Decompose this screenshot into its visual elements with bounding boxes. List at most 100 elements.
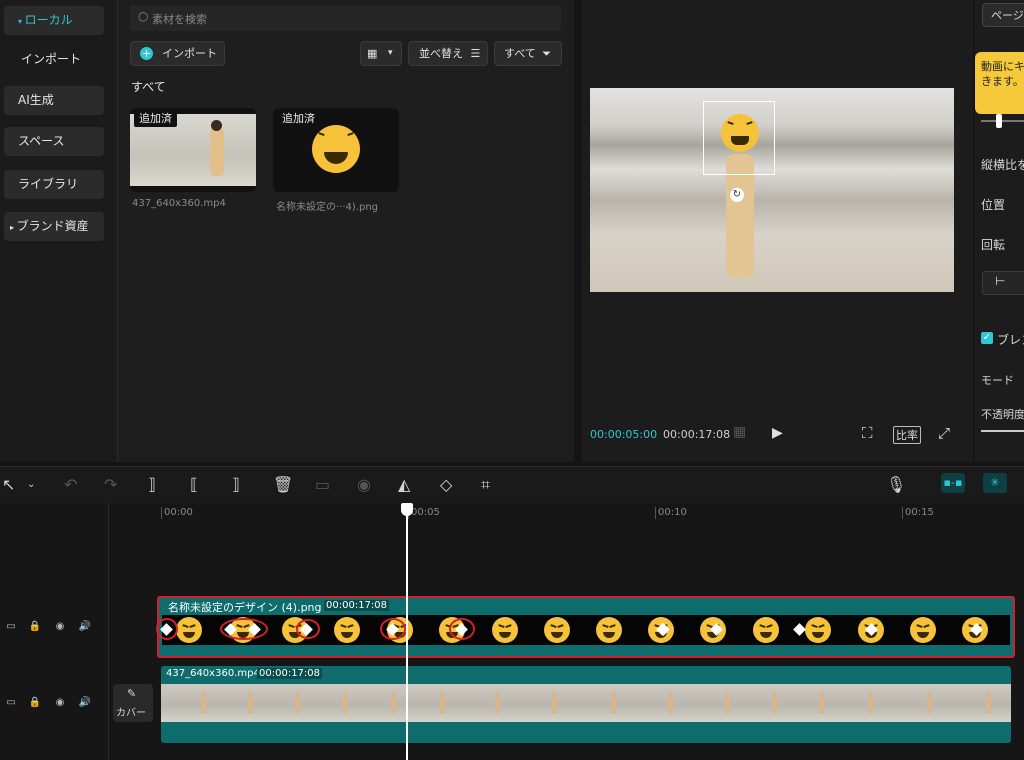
pencil-icon: ✎ (127, 687, 137, 700)
video-frame (320, 684, 373, 722)
video-frame (956, 684, 1011, 722)
import-button[interactable]: + インポート (130, 41, 225, 66)
keyframe-highlight (296, 619, 320, 639)
clip-duration: 00:00:17:08 (257, 668, 323, 679)
sort-button[interactable]: 並べ替え ☰ (408, 41, 488, 66)
video-frame (585, 684, 638, 722)
overlay-emoji-icon[interactable] (721, 114, 759, 152)
delete-icon[interactable]: 🗑 (273, 475, 293, 494)
eye-icon[interactable]: ◉ (53, 696, 67, 710)
rotate-handle-icon[interactable]: ↻ (730, 188, 744, 202)
video-frame (479, 684, 532, 722)
added-badge: 追加済 (277, 111, 320, 127)
laughing-emoji-icon (312, 125, 360, 173)
zoom-fit-icon[interactable]: ⛶ (862, 424, 873, 442)
sort-icon: ☰ (470, 47, 481, 60)
chevron-down-icon: ▾ (388, 48, 393, 58)
play-range-icon[interactable]: ◉ (357, 475, 371, 494)
video-frame (214, 684, 267, 722)
snap-toggle-icon[interactable]: ✳ (983, 473, 1007, 493)
ratio-button[interactable]: 比率 (893, 426, 921, 444)
lock-icon[interactable]: 🔒 (28, 696, 42, 710)
timeline-toolbar: ↖ ⌄ ↶ ↷ ⟧ ⟦ ⟧ 🗑 ▭ ◉ ◭ ◇ ⌗ 🎙 ▪-▪ ✳ (0, 466, 1024, 504)
ruler-label: 00:15 (905, 507, 934, 518)
ruler-tick (655, 507, 656, 519)
align-left-icon: ⊢ (995, 274, 1006, 288)
grid-icon: ▦ (367, 47, 378, 60)
emoji-frame-icon (176, 617, 202, 643)
clip-name: 437_640x360.mp4 (166, 668, 260, 679)
sidebar-item-import[interactable]: インポート (4, 45, 104, 74)
keyframe-icon[interactable] (793, 623, 806, 636)
opacity-slider[interactable] (981, 430, 1024, 432)
scale-slider[interactable] (981, 114, 1024, 128)
waveform-icon[interactable]: ▦ (733, 424, 746, 440)
sidebar-item-space[interactable]: スペース (4, 127, 104, 156)
speaker-icon[interactable]: 🔊 (78, 696, 92, 710)
video-clip[interactable]: 437_640x360.mp4 00:00:17:08 (161, 666, 1011, 743)
video-frame (691, 684, 744, 722)
cover-button[interactable]: ✎ カバー (113, 684, 153, 722)
video-frame (426, 684, 479, 722)
keyframe-highlight (380, 618, 406, 640)
view-toggle-button[interactable]: ▦ ▾ (360, 41, 402, 66)
media-item-video[interactable]: 追加済 (130, 108, 256, 192)
playhead-handle[interactable] (401, 503, 413, 516)
redo-icon[interactable]: ↷ (104, 475, 117, 494)
filter-icon: ⏷ (542, 47, 552, 60)
microphone-icon[interactable]: 🎙 (886, 475, 906, 494)
ruler-tick (902, 507, 903, 519)
playhead[interactable] (401, 503, 413, 760)
emoji-frame-icon (596, 617, 622, 643)
sidebar: ▾ ローカル インポート AI生成 スペース ライブラリ ▸ ブランド資産 (0, 0, 118, 462)
opacity-label: 不透明度 (981, 408, 1024, 421)
timeline: 00:00 00:05 00:10 00:15 ▭ 🔒 ◉ 🔊 ▭ 🔒 ◉ 🔊 … (0, 503, 1024, 760)
sidebar-item-local[interactable]: ▾ ローカル (4, 6, 104, 35)
tooltip: 動画にキ きます。 (975, 52, 1024, 114)
link-toggle-icon[interactable]: ▪-▪ (941, 473, 965, 493)
sidebar-item-brand[interactable]: ▸ ブランド資産 (4, 212, 104, 241)
crop-icon[interactable]: ⌗ (481, 475, 490, 495)
rotate-icon[interactable]: ◇ (440, 475, 452, 494)
eye-icon[interactable]: ◉ (53, 620, 67, 634)
freeze-icon[interactable]: ▭ (315, 475, 330, 494)
media-item-image[interactable]: 追加済 (273, 108, 399, 192)
total-time: 00:00:17:08 (663, 428, 731, 441)
person-figure (210, 128, 224, 176)
emoji-frame-icon (544, 617, 570, 643)
slider-handle[interactable] (996, 114, 1002, 128)
blend-checkbox[interactable]: ✓ (981, 332, 993, 344)
properties-panel: ページ 動画にキ きます。 縦横比を 位置 回転 ⊢ ✓ ブレン モード 不透明… (975, 0, 1024, 462)
filter-button[interactable]: すべて ⏷ (494, 41, 562, 66)
ruler-tick (161, 507, 162, 519)
search-input[interactable]: ○ 素材を検索 (130, 5, 561, 31)
align-button[interactable]: ⊢ (982, 271, 1024, 295)
overlay-clip[interactable]: 名称未設定のデザイン (4).png 00:00:17:08 (156, 596, 1015, 658)
keyframe-highlight (220, 618, 268, 640)
preview-canvas[interactable]: ↻ (590, 88, 954, 292)
page-button[interactable]: ページ (982, 3, 1024, 27)
undo-icon[interactable]: ↶ (64, 475, 77, 494)
split-right-icon[interactable]: ⟧ (232, 475, 240, 494)
play-icon[interactable]: ▶ (772, 425, 783, 441)
video-frame (638, 684, 691, 722)
sidebar-item-ai[interactable]: AI生成 (4, 86, 104, 115)
mirror-icon[interactable]: ◭ (398, 475, 410, 494)
speaker-icon[interactable]: 🔊 (78, 620, 92, 634)
current-time: 00:00:05:00 (590, 428, 658, 441)
fullscreen-icon[interactable]: ⤢ (938, 424, 950, 442)
search-icon: ○ (138, 9, 149, 23)
video-frame (267, 684, 320, 722)
mode-label: モード (981, 374, 1014, 387)
aspect-label: 縦横比を (981, 158, 1024, 172)
video-frame (903, 684, 956, 722)
added-badge: 追加済 (134, 111, 177, 127)
chevron-down-icon[interactable]: ⌄ (27, 479, 35, 490)
sidebar-item-library[interactable]: ライブラリ (4, 170, 104, 199)
lock-icon[interactable]: 🔒 (28, 620, 42, 634)
keyframe-highlight (449, 618, 475, 640)
video-frame (744, 684, 797, 722)
select-pointer-icon[interactable]: ↖ (2, 475, 15, 494)
split-left-icon[interactable]: ⟦ (190, 475, 198, 494)
split-icon[interactable]: ⟧ (148, 475, 156, 494)
